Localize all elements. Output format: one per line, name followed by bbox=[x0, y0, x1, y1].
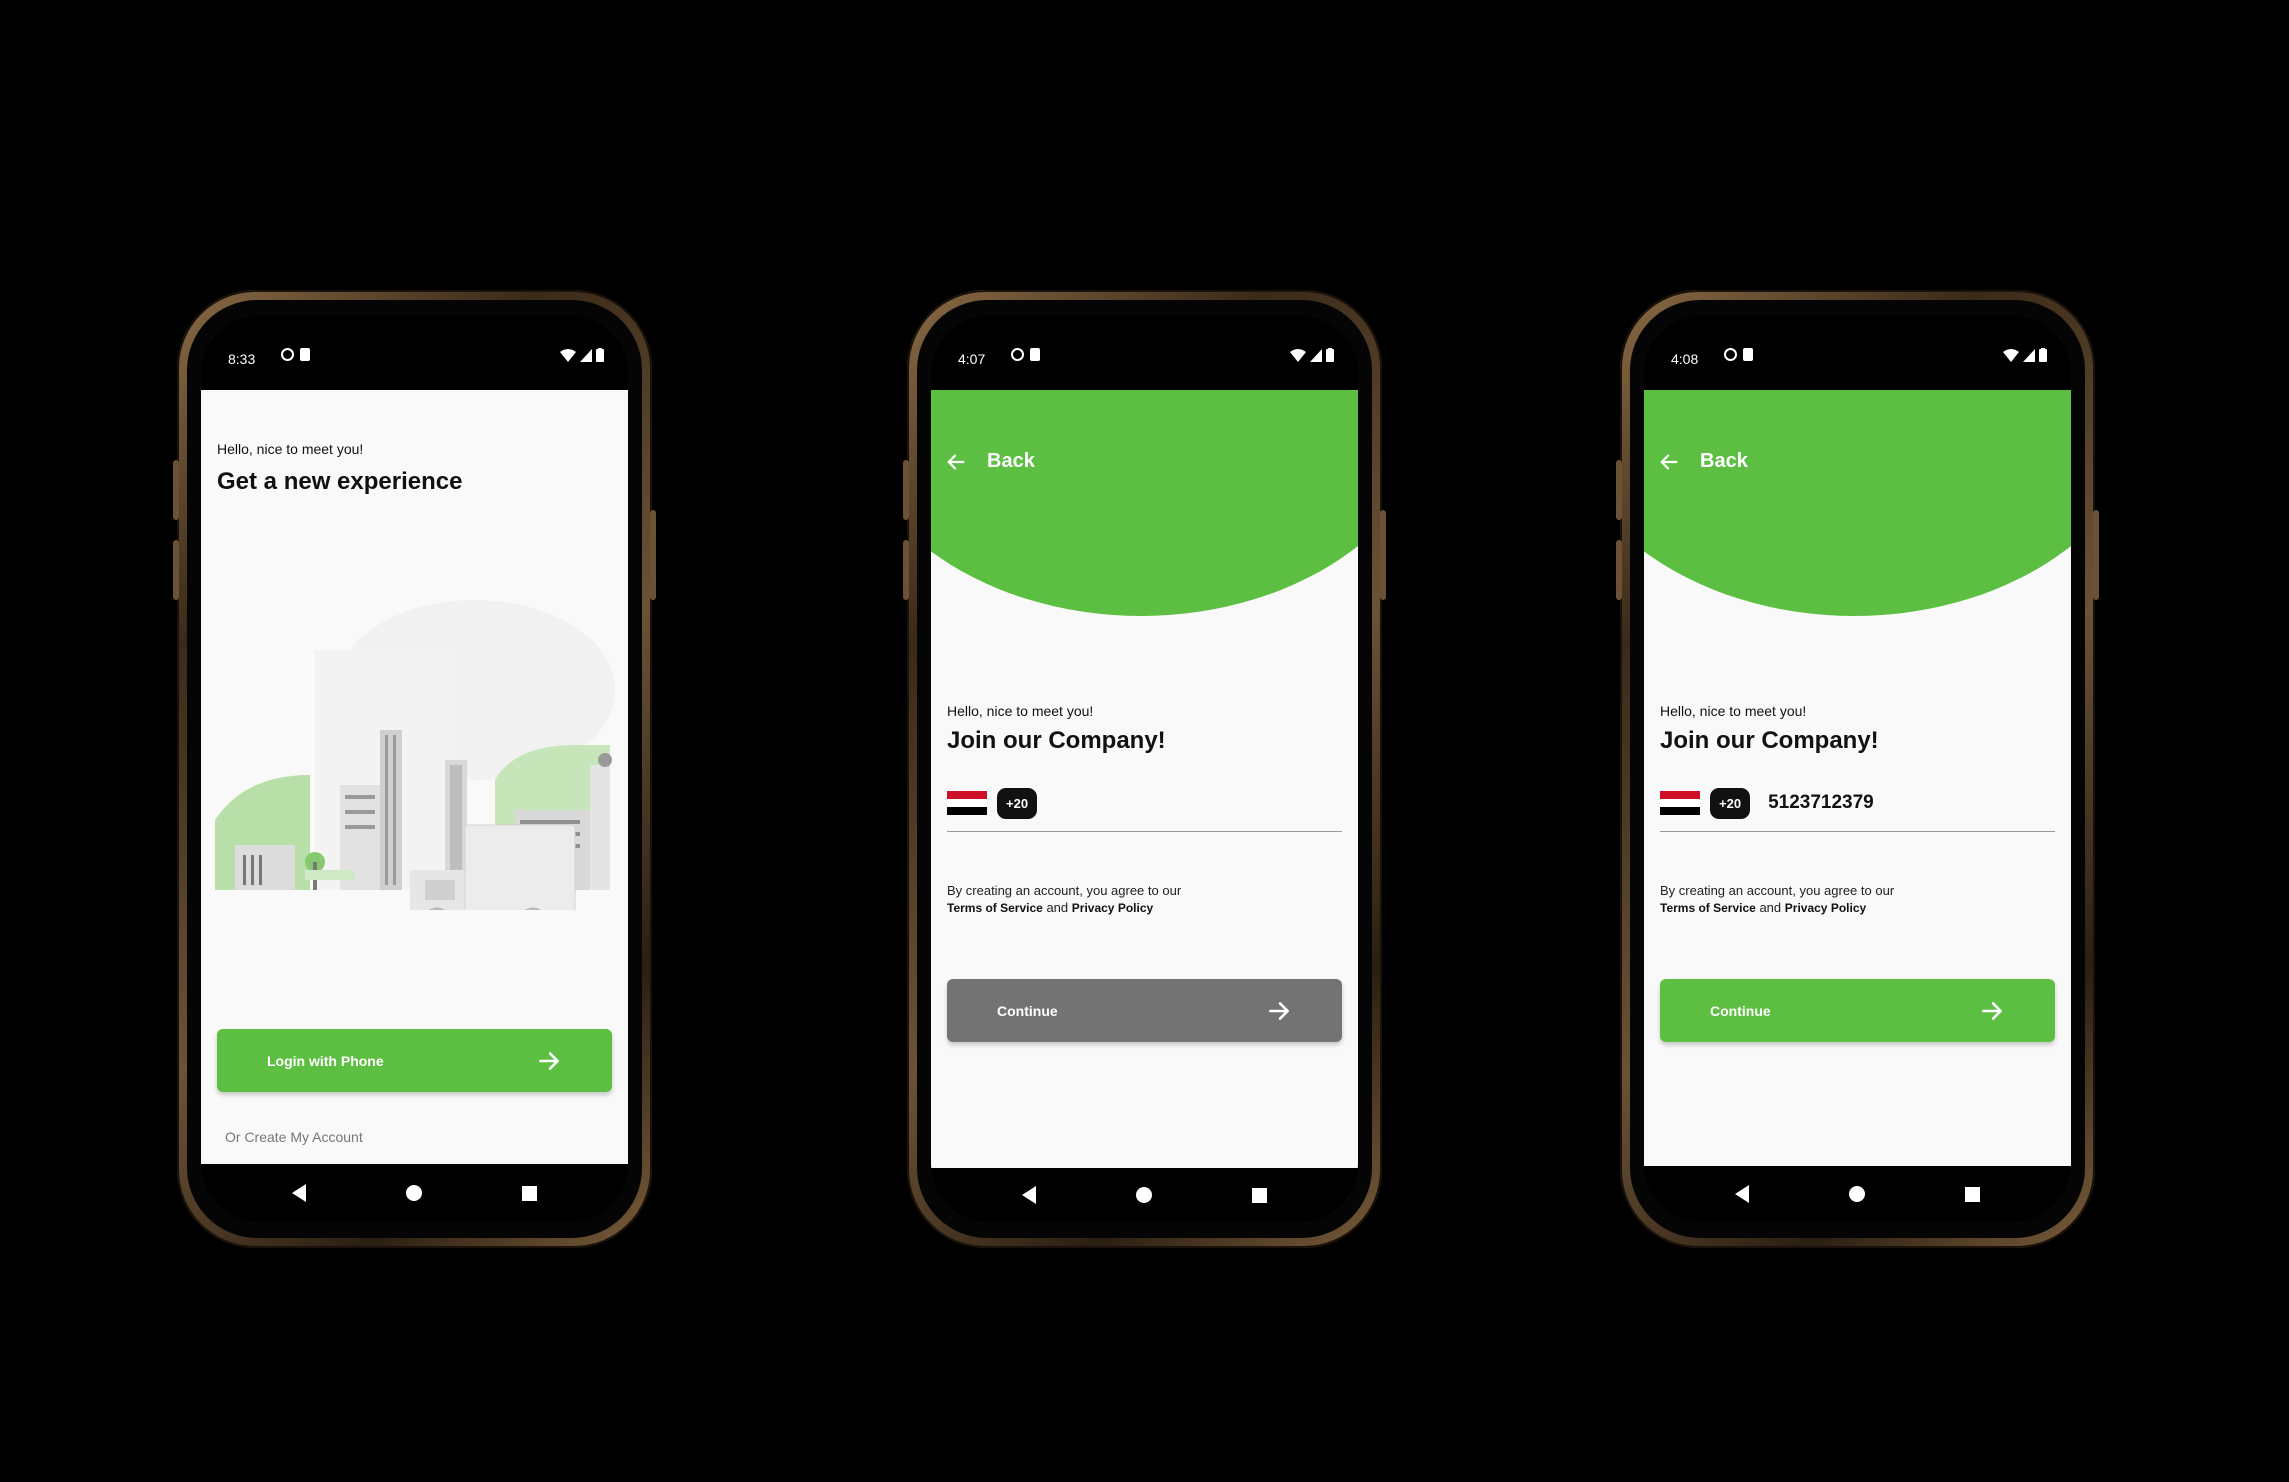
wifi-icon bbox=[1290, 348, 1306, 362]
privacy-policy-link[interactable]: Privacy Policy bbox=[1072, 901, 1153, 915]
screen-1: 8:33 Hello, nice to meet you! Get a new … bbox=[201, 316, 628, 1222]
signal-icon bbox=[1310, 348, 1322, 362]
battery-icon bbox=[596, 348, 604, 362]
nav-back-icon[interactable] bbox=[292, 1184, 306, 1202]
battery-icon bbox=[1326, 348, 1334, 362]
back-label: Back bbox=[1700, 450, 1748, 472]
back-button[interactable]: Back bbox=[945, 450, 1035, 473]
create-account-link[interactable]: Or Create My Account bbox=[225, 1129, 363, 1145]
greeting-text: Hello, nice to meet you! bbox=[947, 703, 1094, 719]
back-label: Back bbox=[987, 450, 1035, 472]
continue-button[interactable]: Continue bbox=[947, 979, 1342, 1042]
terms-text: By creating an account, you agree to our… bbox=[1660, 882, 1894, 917]
country-code-badge[interactable]: +20 bbox=[1710, 787, 1751, 819]
arrow-right-icon bbox=[539, 1051, 559, 1070]
terms-prefix: By creating an account, you agree to our bbox=[1660, 883, 1895, 898]
arrow-left-icon bbox=[1660, 453, 1678, 470]
phone-number-input[interactable]: 5123712379 bbox=[1768, 792, 1874, 814]
nav-home-icon[interactable] bbox=[1849, 1186, 1865, 1202]
page-title: Get a new experience bbox=[217, 468, 463, 495]
android-navbar bbox=[931, 1168, 1358, 1222]
welcome-screen: Hello, nice to meet you! Get a new exper… bbox=[201, 390, 628, 1164]
join-company-screen: Back Hello, nice to meet you! Join our C… bbox=[1644, 390, 2071, 1166]
sync-icon bbox=[1724, 348, 1737, 361]
phone-frame-1: 8:33 Hello, nice to meet you! Get a new … bbox=[173, 290, 656, 1248]
continue-button-label: Continue bbox=[997, 1002, 1058, 1019]
terms-text: By creating an account, you agree to our… bbox=[947, 882, 1181, 917]
terms-and: and bbox=[1046, 900, 1069, 915]
header-wave-shape bbox=[1644, 390, 2071, 616]
phone-frame-3: 4:08 Back Hello, nice to meet you! Join … bbox=[1616, 290, 2099, 1248]
back-button[interactable]: Back bbox=[1658, 450, 1748, 473]
battery-icon bbox=[2039, 348, 2047, 362]
greeting-text: Hello, nice to meet you! bbox=[217, 441, 364, 457]
phone-number-field[interactable]: +20 bbox=[947, 775, 1342, 832]
phone-number-field[interactable]: +20 5123712379 bbox=[1660, 775, 2055, 832]
nav-recent-icon[interactable] bbox=[522, 1185, 537, 1201]
signal-icon bbox=[580, 348, 592, 362]
sd-card-icon bbox=[1743, 348, 1753, 361]
terms-of-service-link[interactable]: Terms of Service bbox=[1660, 901, 1756, 915]
status-time: 4:08 bbox=[1671, 351, 1699, 367]
android-navbar bbox=[201, 1164, 628, 1222]
nav-back-icon[interactable] bbox=[1735, 1185, 1749, 1203]
sync-icon bbox=[1011, 348, 1024, 361]
sd-card-icon bbox=[1030, 348, 1040, 361]
join-company-screen: Back Hello, nice to meet you! Join our C… bbox=[931, 390, 1358, 1168]
signal-icon bbox=[2023, 348, 2035, 362]
android-navbar bbox=[1644, 1166, 2071, 1222]
sync-icon bbox=[281, 348, 294, 361]
page-title: Join our Company! bbox=[947, 727, 1166, 754]
country-code-badge[interactable]: +20 bbox=[997, 787, 1038, 819]
nav-recent-icon[interactable] bbox=[1252, 1187, 1267, 1203]
arrow-left-icon bbox=[947, 453, 965, 470]
status-bar: 4:08 bbox=[1644, 316, 2071, 390]
sd-card-icon bbox=[300, 348, 310, 361]
status-time: 4:07 bbox=[958, 351, 986, 367]
city-delivery-illustration bbox=[215, 600, 615, 910]
login-with-phone-button[interactable]: Login with Phone bbox=[217, 1029, 612, 1092]
terms-and: and bbox=[1759, 900, 1782, 915]
arrow-right-icon bbox=[1982, 1001, 2002, 1020]
greeting-text: Hello, nice to meet you! bbox=[1660, 703, 1807, 719]
phone-frame-2: 4:07 Back Hello, nice to meet you! Join … bbox=[903, 290, 1386, 1248]
continue-button[interactable]: Continue bbox=[1660, 979, 2055, 1042]
egypt-flag-icon[interactable] bbox=[947, 791, 987, 815]
screen-3: 4:08 Back Hello, nice to meet you! Join … bbox=[1644, 316, 2071, 1222]
nav-home-icon[interactable] bbox=[1136, 1187, 1152, 1203]
status-bar: 4:07 bbox=[931, 316, 1358, 390]
terms-of-service-link[interactable]: Terms of Service bbox=[947, 901, 1043, 915]
status-bar: 8:33 bbox=[201, 316, 628, 390]
nav-back-icon[interactable] bbox=[1022, 1186, 1036, 1204]
wifi-icon bbox=[2003, 348, 2019, 362]
arrow-right-icon bbox=[1269, 1001, 1289, 1020]
header-wave-shape bbox=[931, 390, 1358, 616]
page-title: Join our Company! bbox=[1660, 727, 1879, 754]
terms-prefix: By creating an account, you agree to our bbox=[947, 883, 1182, 898]
nav-home-icon[interactable] bbox=[406, 1185, 422, 1201]
screen-2: 4:07 Back Hello, nice to meet you! Join … bbox=[931, 316, 1358, 1222]
wifi-icon bbox=[560, 348, 576, 362]
continue-button-label: Continue bbox=[1710, 1002, 1771, 1019]
nav-recent-icon[interactable] bbox=[1965, 1186, 1980, 1202]
egypt-flag-icon[interactable] bbox=[1660, 791, 1700, 815]
login-button-label: Login with Phone bbox=[267, 1052, 384, 1069]
status-time: 8:33 bbox=[228, 351, 256, 367]
privacy-policy-link[interactable]: Privacy Policy bbox=[1785, 901, 1866, 915]
